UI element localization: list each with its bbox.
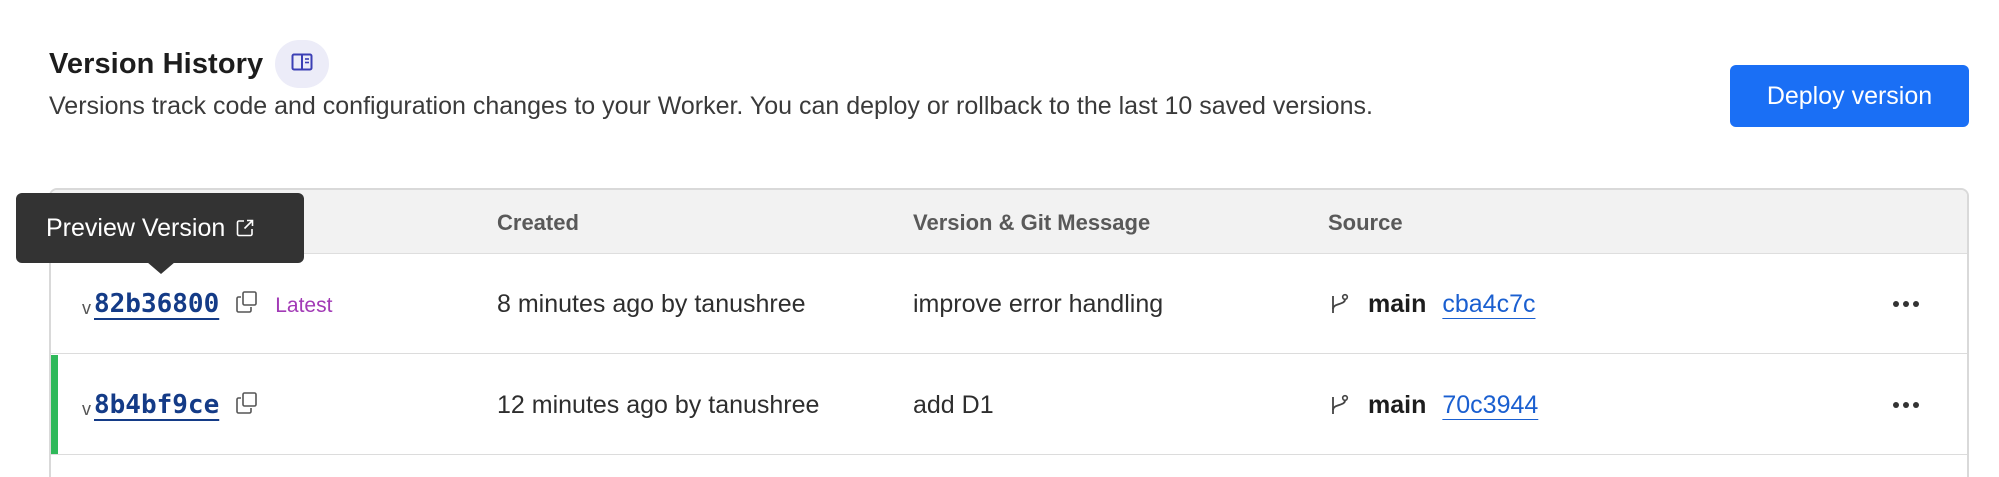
git-branch-icon xyxy=(1328,292,1350,316)
tooltip-arrow xyxy=(147,262,175,274)
created-cell: 8 minutes ago by tanushree xyxy=(497,289,806,318)
version-history-page: Version History Versions track code and … xyxy=(0,0,1999,477)
copy-icon[interactable] xyxy=(235,290,259,314)
message-cell: improve error handling xyxy=(913,289,1164,318)
more-options-icon xyxy=(1893,301,1919,307)
version-id-link[interactable]: 82b36800 xyxy=(94,289,219,319)
book-icon xyxy=(291,53,313,76)
header-title-row: Version History xyxy=(49,40,330,88)
tooltip-label: Preview Version xyxy=(46,213,226,242)
copy-icon[interactable] xyxy=(235,391,259,415)
source-cell: main cba4c7c xyxy=(1328,254,1535,354)
message-cell: add D1 xyxy=(913,390,994,419)
row-menu-button[interactable] xyxy=(1893,254,1919,354)
external-link-icon xyxy=(235,218,255,238)
docs-button[interactable] xyxy=(275,40,330,88)
table-header: Created Version & Git Message Source xyxy=(51,190,1967,254)
branch-name: main xyxy=(1368,289,1427,318)
deploy-version-button[interactable]: Deploy version xyxy=(1730,65,1969,127)
source-cell: main 70c3944 xyxy=(1328,355,1538,455)
branch-name: main xyxy=(1368,390,1427,419)
versions-table: Created Version & Git Message Source v 8… xyxy=(49,188,1969,477)
version-id-link[interactable]: 8b4bf9ce xyxy=(94,390,219,420)
more-options-icon xyxy=(1893,402,1919,408)
page-subtitle: Versions track code and configuration ch… xyxy=(49,92,1373,120)
created-cell: 12 minutes ago by tanushree xyxy=(497,390,820,419)
commit-link[interactable]: cba4c7c xyxy=(1442,290,1535,319)
column-header-source: Source xyxy=(1328,210,1403,235)
commit-link[interactable]: 70c3944 xyxy=(1442,391,1538,420)
table-row: v 8b4bf9ce 12 minutes ago by tanushree a… xyxy=(51,355,1967,455)
row-menu-button[interactable] xyxy=(1893,355,1919,455)
column-header-created: Created xyxy=(497,210,579,235)
table-row: v 82b36800 Latest 8 minutes ago by tanus… xyxy=(51,254,1967,354)
latest-badge: Latest xyxy=(275,294,333,317)
preview-version-tooltip: Preview Version xyxy=(16,193,304,263)
git-branch-icon xyxy=(1328,393,1350,417)
version-prefix: v xyxy=(82,297,91,318)
version-cell: v 82b36800 Latest xyxy=(82,254,332,354)
version-cell: v 8b4bf9ce xyxy=(82,355,259,455)
column-header-version-message: Version & Git Message xyxy=(913,210,1151,235)
page-title: Version History xyxy=(49,47,264,80)
version-prefix: v xyxy=(82,398,91,419)
